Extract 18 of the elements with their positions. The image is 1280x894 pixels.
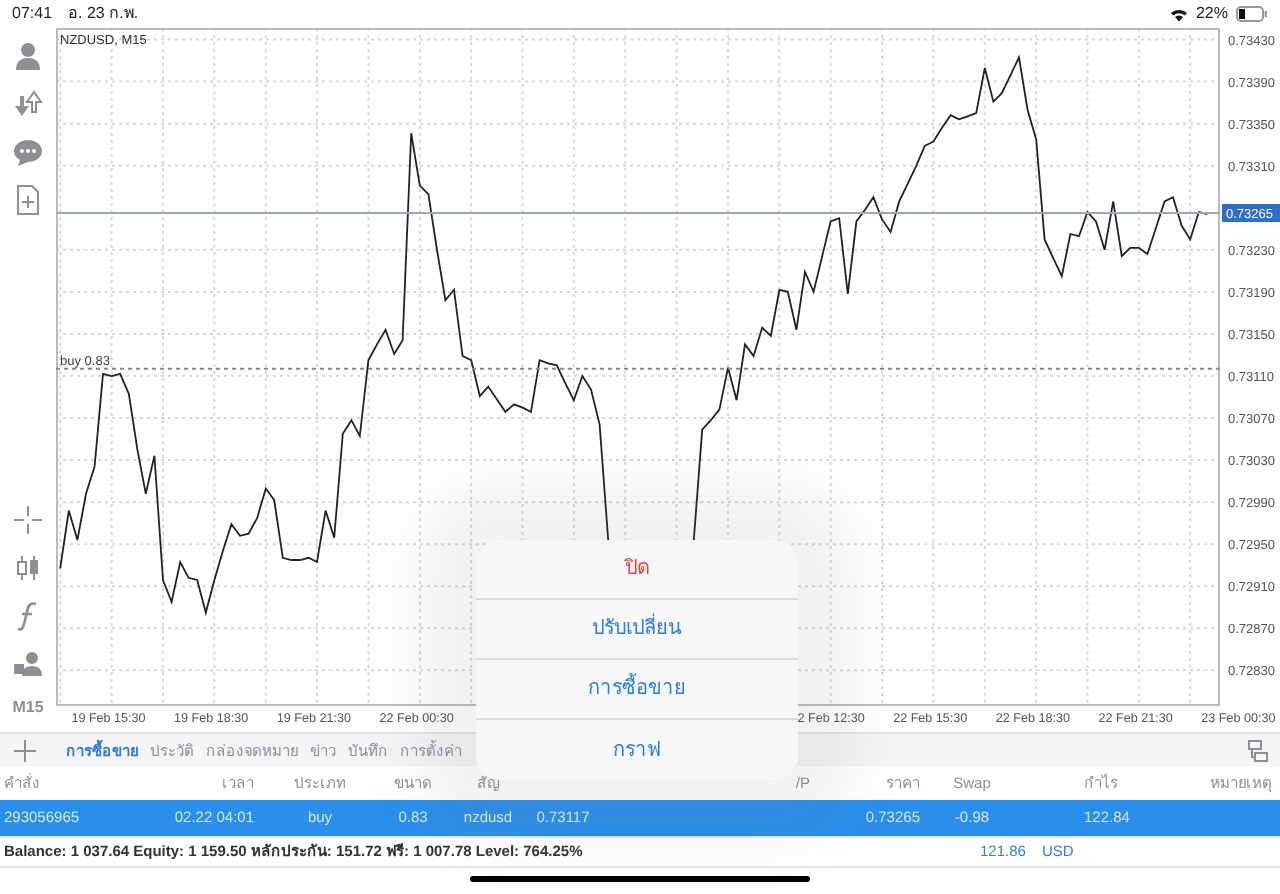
wifi-icon: [1169, 7, 1188, 21]
timeframe-label[interactable]: M15: [12, 696, 44, 720]
account-icon[interactable]: [12, 40, 44, 72]
menu-item[interactable]: การซื้อขาย: [476, 660, 798, 720]
new-document-icon[interactable]: [12, 184, 44, 216]
candlestick-icon[interactable]: [12, 552, 44, 584]
add-icon[interactable]: [14, 739, 36, 761]
layout-icon[interactable]: [1248, 739, 1268, 761]
menu-item[interactable]: ปิด: [476, 540, 798, 600]
date-text: อ. 23 ก.พ.: [68, 2, 139, 26]
objects-icon[interactable]: [12, 648, 44, 680]
clock-time: 07:41: [12, 2, 53, 26]
battery-icon: [1236, 6, 1268, 22]
battery-percent: 22%: [1195, 2, 1228, 26]
chat-icon[interactable]: [12, 136, 44, 168]
menu-item[interactable]: ปรับเปลี่ยน: [476, 600, 798, 660]
crosshair-icon[interactable]: [12, 504, 44, 536]
arrows-icon[interactable]: [12, 88, 44, 120]
